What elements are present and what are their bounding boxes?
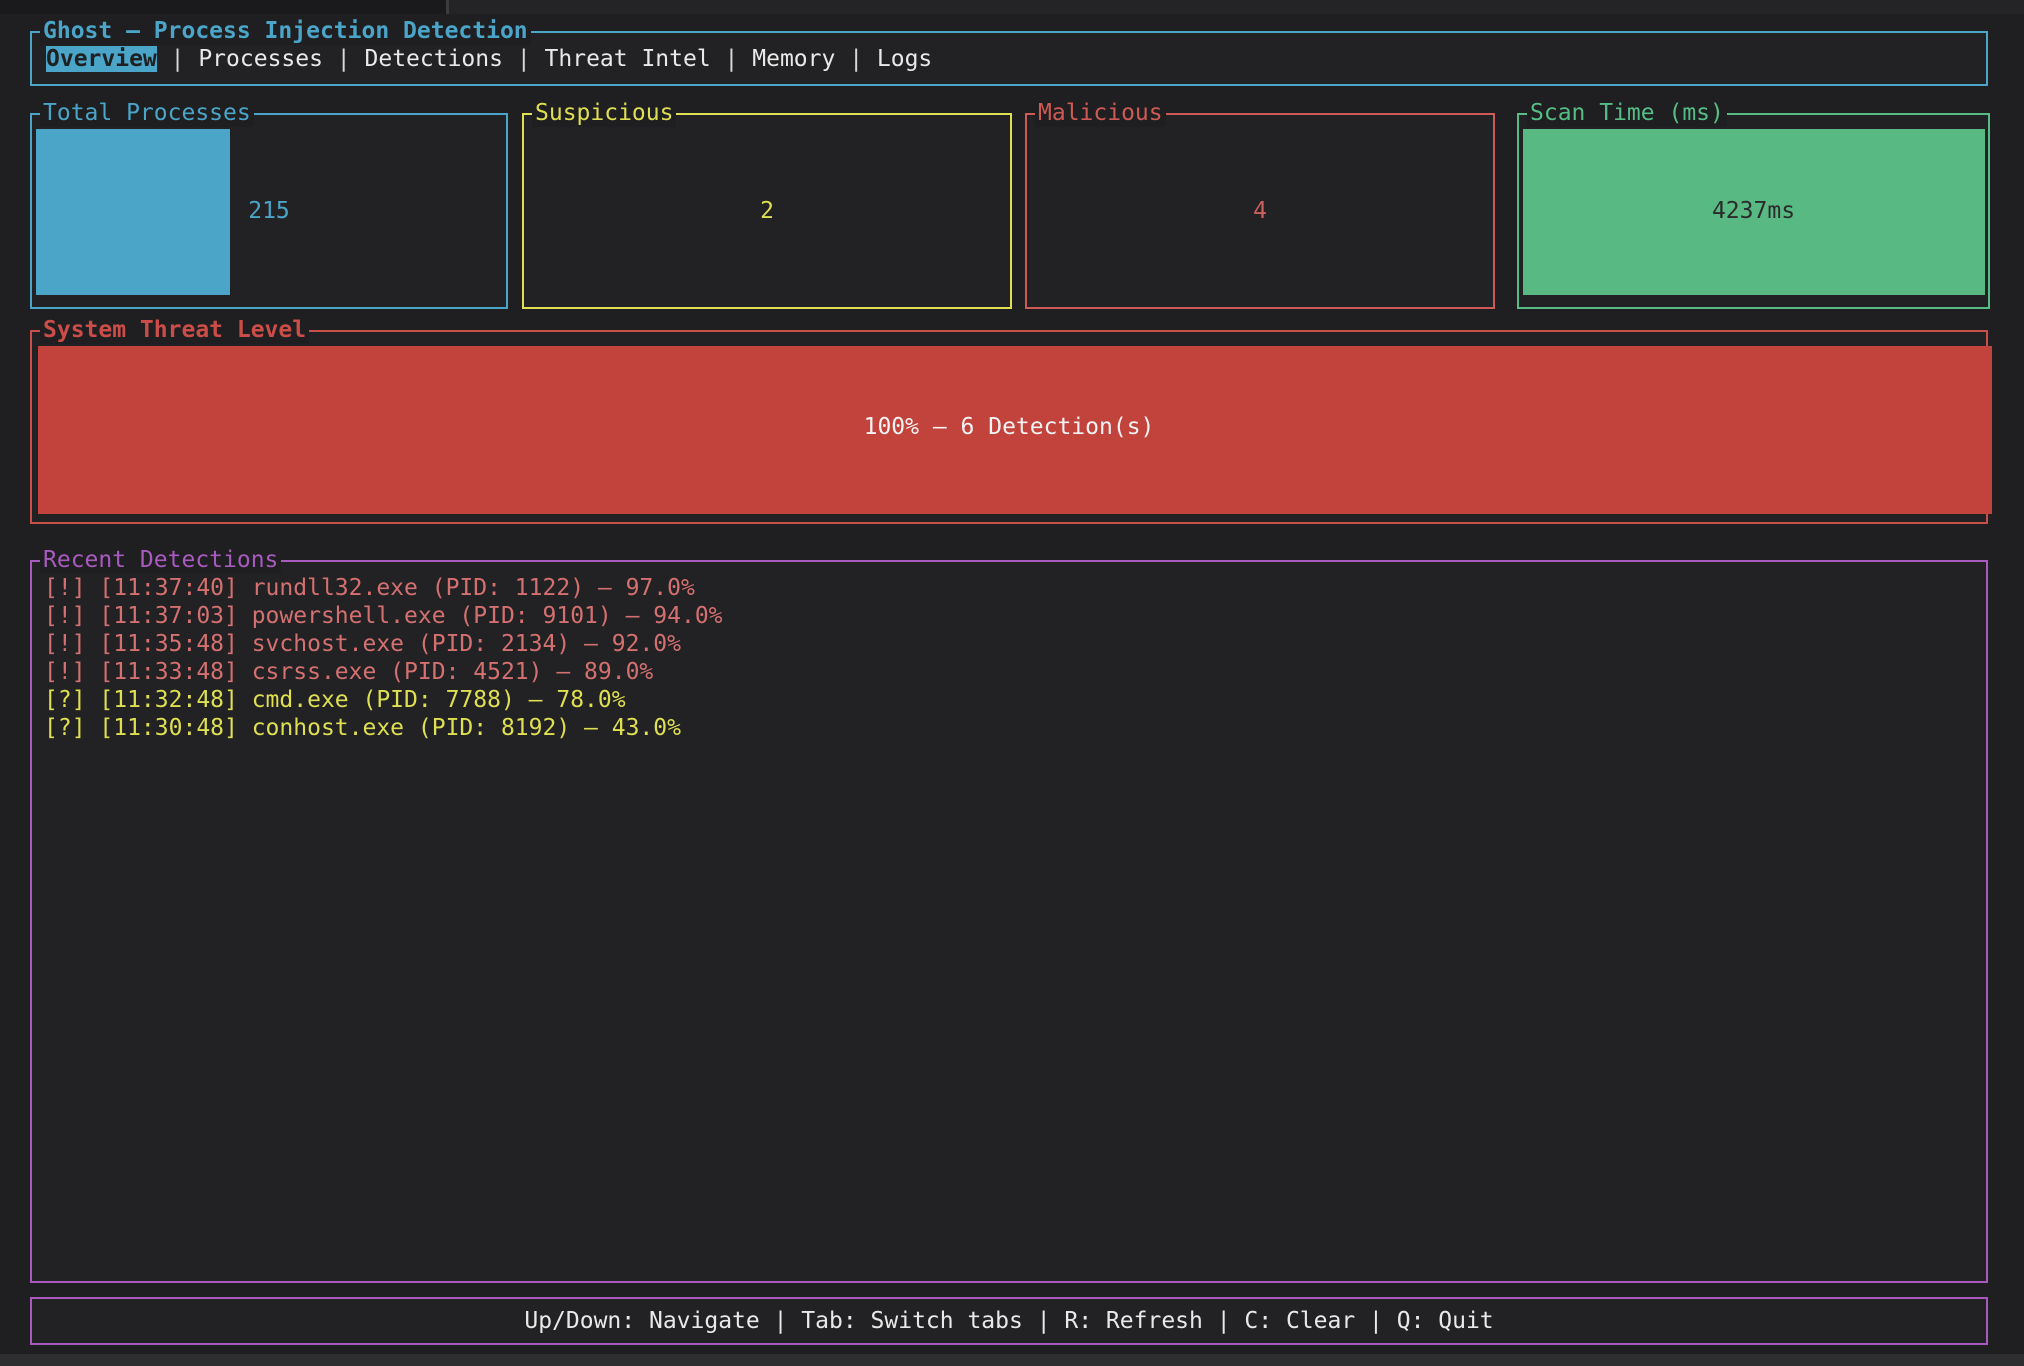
detection-row[interactable]: [!] [11:37:40] rundll32.exe (PID: 1122) … — [44, 574, 1986, 602]
app-title: Ghost — Process Injection Detection — [40, 17, 531, 45]
suspicious-value: 2 — [524, 115, 1010, 307]
window-tab-divider — [446, 0, 449, 14]
total-processes-value: 215 — [32, 115, 506, 307]
tab-overview[interactable]: Overview — [46, 46, 157, 72]
window-top-edge-segment — [449, 0, 2024, 14]
help-text: Up/Down: Navigate | Tab: Switch tabs | R… — [524, 1308, 1493, 1334]
scan-time-card: Scan Time (ms) 4237ms — [1517, 113, 1990, 309]
scan-time-value: 4237ms — [1519, 115, 1988, 307]
malicious-value: 4 — [1027, 115, 1493, 307]
tab-logs[interactable]: Logs — [877, 46, 932, 72]
tab-separator: | — [503, 46, 545, 72]
tab-memory[interactable]: Memory — [752, 46, 835, 72]
tab-processes[interactable]: Processes — [198, 46, 323, 72]
malicious-card: Malicious 4 — [1025, 113, 1495, 309]
detection-row[interactable]: [!] [11:37:03] powershell.exe (PID: 9101… — [44, 602, 1986, 630]
recent-detections-panel: Recent Detections [!] [11:37:40] rundll3… — [30, 560, 1988, 1283]
suspicious-card: Suspicious 2 — [522, 113, 1012, 309]
tab-threat-intel[interactable]: Threat Intel — [545, 46, 711, 72]
help-bar: Up/Down: Navigate | Tab: Switch tabs | R… — [30, 1297, 1988, 1345]
system-threat-level-panel: System Threat Level 100% — 6 Detection(s… — [30, 330, 1988, 524]
tab-separator: | — [323, 46, 365, 72]
detection-row[interactable]: [!] [11:35:48] svchost.exe (PID: 2134) —… — [44, 630, 1986, 658]
detection-row[interactable]: [!] [11:33:48] csrss.exe (PID: 4521) — 8… — [44, 658, 1986, 686]
window-bottom-edge — [0, 1354, 2024, 1366]
tab-bar: Ghost — Process Injection Detection Over… — [30, 31, 1988, 86]
tab-separator: | — [711, 46, 753, 72]
total-processes-card: Total Processes 215 — [30, 113, 508, 309]
recent-detections-title: Recent Detections — [40, 546, 281, 574]
tab-separator: | — [835, 46, 877, 72]
window-top-edge — [0, 0, 2024, 14]
tab-separator: | — [157, 46, 199, 72]
detection-row[interactable]: [?] [11:30:48] conhost.exe (PID: 8192) —… — [44, 714, 1986, 742]
tab-detections[interactable]: Detections — [365, 46, 503, 72]
detection-row[interactable]: [?] [11:32:48] cmd.exe (PID: 7788) — 78.… — [44, 686, 1986, 714]
detections-list: [!] [11:37:40] rundll32.exe (PID: 1122) … — [32, 562, 1986, 742]
threat-gauge-label: 100% — 6 Detection(s) — [32, 332, 1986, 522]
